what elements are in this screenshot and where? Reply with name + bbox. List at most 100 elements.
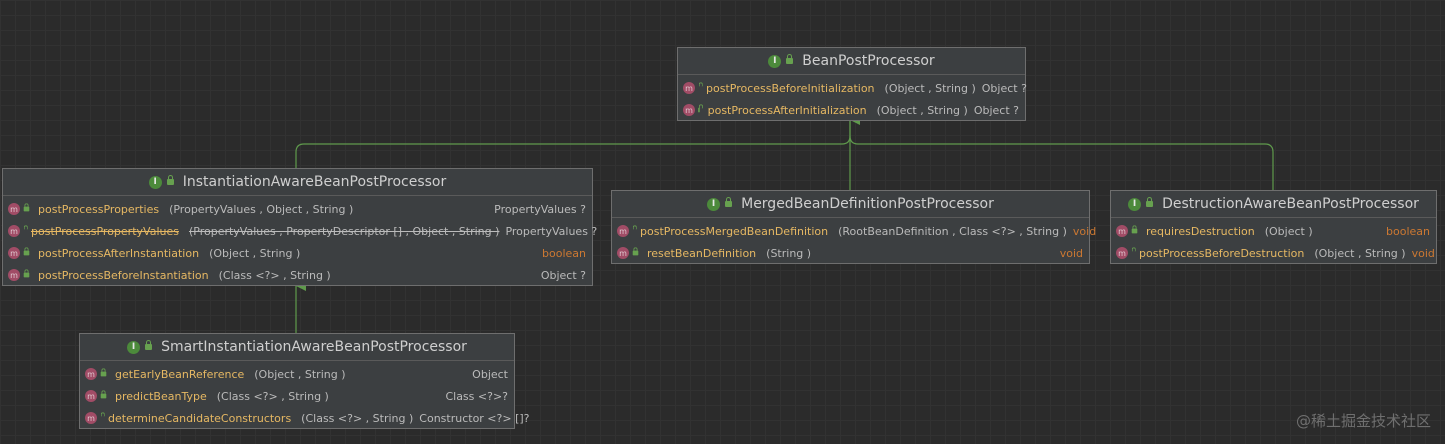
method-row[interactable]: m postProcessProperties (PropertyValues …	[3, 198, 592, 220]
method-row[interactable]: m predictBeanType (Class <?> , String ) …	[80, 385, 514, 407]
method-icon: m	[683, 82, 695, 94]
public-lock-icon	[100, 368, 107, 377]
interface-icon: I	[127, 340, 141, 354]
public-lock-icon	[698, 104, 703, 113]
method-icon: m	[85, 412, 97, 424]
class-header: I MergedBeanDefinitionPostProcessor	[612, 191, 1089, 218]
edge-iabpp-to-bpp	[295, 115, 860, 168]
class-header: I BeanPostProcessor	[678, 48, 1025, 75]
method-params: (RootBeanDefinition , Class <?> , String…	[838, 224, 1067, 238]
method-return: Object ?	[540, 268, 586, 282]
method-name: requiresDestruction	[1146, 224, 1255, 238]
method-row[interactable]: m postProcessBeforeDestruction (Object ,…	[1111, 242, 1436, 264]
method-return: Class <?>?	[445, 389, 508, 403]
method-icon: m	[8, 203, 20, 215]
class-header: I SmartInstantiationAwareBeanPostProcess…	[80, 334, 514, 361]
method-row[interactable]: m resetBeanDefinition (String ) void	[612, 242, 1089, 264]
public-lock-icon	[786, 54, 794, 64]
method-name: postProcessBeforeInstantiation	[38, 268, 209, 282]
method-row[interactable]: m postProcessBeforeInstantiation (Class …	[3, 264, 592, 286]
public-lock-icon	[1146, 197, 1154, 207]
class-header: I InstantiationAwareBeanPostProcessor	[3, 169, 592, 196]
class-box-destruction-aware-bean-post-processor[interactable]: I DestructionAwareBeanPostProcessor m re…	[1110, 190, 1437, 264]
method-return: PropertyValues ?	[505, 224, 598, 238]
public-lock-icon	[145, 340, 153, 350]
class-box-instantiation-aware-bean-post-processor[interactable]: I InstantiationAwareBeanPostProcessor m …	[2, 168, 597, 286]
method-params: (Object , String )	[209, 246, 301, 260]
method-icon: m	[8, 225, 20, 237]
method-params: (Class <?> , String )	[301, 411, 414, 425]
interface-icon: I	[707, 197, 721, 211]
interface-icon: I	[1128, 197, 1142, 211]
method-return: boolean	[542, 246, 586, 260]
method-icon: m	[8, 247, 20, 259]
class-header: I DestructionAwareBeanPostProcessor	[1111, 191, 1436, 218]
method-params: (PropertyValues , Object , String )	[169, 202, 354, 216]
method-return: Constructor <?> []?	[419, 411, 530, 425]
public-lock-icon	[100, 390, 107, 399]
method-row[interactable]: m determineCandidateConstructors (Class …	[80, 407, 530, 429]
method-icon: m	[85, 368, 97, 380]
method-row[interactable]: m postProcessAfterInitialization (Object…	[678, 99, 1025, 121]
method-return: void	[1411, 246, 1435, 260]
method-name: determineCandidateConstructors	[108, 411, 292, 425]
method-row[interactable]: m postProcessBeforeInitialization (Objec…	[678, 77, 1027, 99]
public-lock-icon	[23, 247, 30, 256]
method-name: postProcessPropertyValues	[31, 224, 179, 238]
public-lock-icon	[1131, 225, 1138, 234]
edge-dabpp-to-bpp	[849, 135, 1274, 190]
method-name: postProcessBeforeInitialization	[706, 81, 875, 95]
method-return: PropertyValues ?	[494, 202, 586, 216]
interface-icon: I	[768, 54, 782, 68]
method-params: (PropertyValues , PropertyDescriptor [] …	[188, 224, 500, 238]
method-row[interactable]: m getEarlyBeanReference (Object , String…	[80, 363, 514, 385]
method-params: (String )	[766, 246, 812, 260]
method-icon: m	[617, 247, 629, 259]
public-lock-icon	[23, 269, 30, 278]
method-name: resetBeanDefinition	[647, 246, 757, 260]
class-box-smart-instantiation-aware-bean-post-processor[interactable]: I SmartInstantiationAwareBeanPostProcess…	[79, 333, 530, 429]
method-icon: m	[617, 225, 629, 237]
method-params: (Class <?> , String )	[216, 389, 329, 403]
public-lock-icon	[632, 247, 639, 256]
method-params: (Object , String )	[1314, 246, 1406, 260]
method-row-deprecated[interactable]: m postProcessPropertyValues (PropertyVal…	[3, 220, 597, 242]
method-return: void	[1072, 224, 1097, 238]
method-row[interactable]: m postProcessAfterInstantiation (Object …	[3, 242, 592, 264]
method-icon: m	[1116, 247, 1128, 259]
method-params: (Object , String )	[876, 103, 968, 117]
method-return: boolean	[1386, 224, 1430, 238]
method-return: Object ?	[981, 81, 1027, 95]
method-params: (Object , String )	[884, 81, 976, 95]
interface-icon: I	[148, 175, 162, 189]
class-name: BeanPostProcessor	[802, 53, 935, 69]
method-name: postProcessAfterInitialization	[707, 103, 867, 117]
class-name: InstantiationAwareBeanPostProcessor	[182, 174, 447, 190]
method-return: Object ?	[973, 103, 1019, 117]
method-icon: m	[85, 390, 97, 402]
public-lock-icon	[725, 197, 733, 207]
class-name: MergedBeanDefinitionPostProcessor	[741, 196, 994, 212]
method-params: (Class <?> , String )	[218, 268, 331, 282]
class-box-merged-bean-definition-post-processor[interactable]: I MergedBeanDefinitionPostProcessor m po…	[611, 190, 1096, 264]
method-params: (Object )	[1264, 224, 1313, 238]
public-lock-icon	[166, 175, 174, 185]
method-name: predictBeanType	[115, 389, 207, 403]
class-name: SmartInstantiationAwareBeanPostProcessor	[161, 339, 467, 355]
method-return: void	[1059, 246, 1083, 260]
method-icon: m	[1116, 225, 1128, 237]
method-name: getEarlyBeanReference	[115, 367, 245, 381]
method-icon: m	[683, 104, 695, 116]
method-return: Object	[472, 367, 508, 381]
method-name: postProcessMergedBeanDefinition	[640, 224, 829, 238]
watermark: @稀土掘金技术社区	[1295, 412, 1431, 430]
method-row[interactable]: m postProcessMergedBeanDefinition (RootB…	[612, 220, 1096, 242]
method-name: postProcessProperties	[38, 202, 160, 216]
class-box-bean-post-processor[interactable]: I BeanPostProcessor m postProcessBeforeI…	[677, 47, 1027, 121]
method-row[interactable]: m requiresDestruction (Object ) boolean	[1111, 220, 1436, 242]
method-name: postProcessAfterInstantiation	[38, 246, 200, 260]
method-icon: m	[8, 269, 20, 281]
class-name: DestructionAwareBeanPostProcessor	[1162, 196, 1419, 212]
public-lock-icon	[23, 203, 30, 212]
method-params: (Object , String )	[254, 367, 346, 381]
